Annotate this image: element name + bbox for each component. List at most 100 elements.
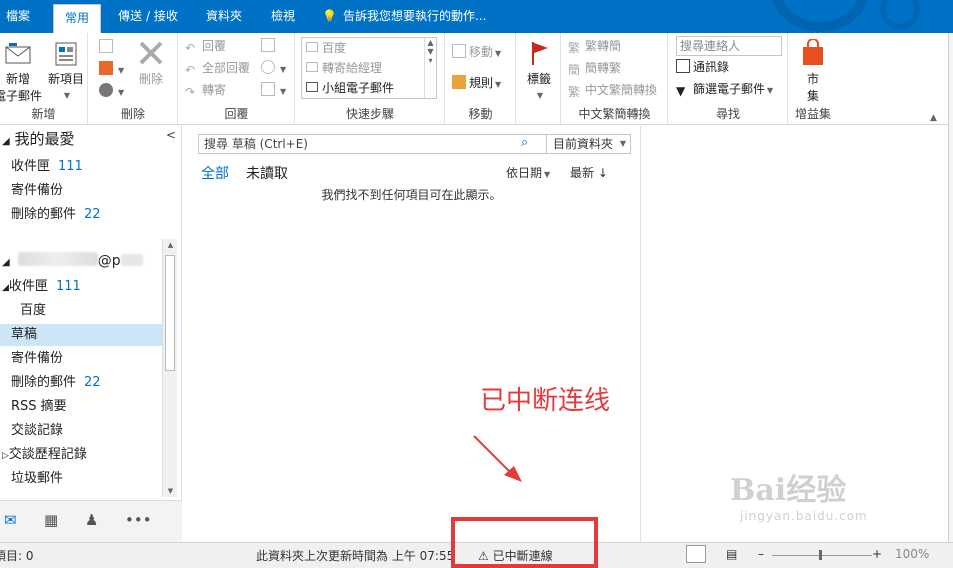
quick-step-item[interactable]: 百度 [302,38,436,58]
folder-rss[interactable]: RSS 摘要 [11,396,67,418]
group-addins: 市 集 增益集 [789,33,837,125]
sort-order[interactable]: 最新 ↓ [570,164,608,181]
redacted-email [17,252,98,266]
tab-view[interactable]: 檢視 [262,0,304,33]
rules-icon [452,75,466,89]
zoom-slider-thumb[interactable] [819,550,822,560]
cleanup-button[interactable]: ▼ [99,59,124,79]
search-scope-select[interactable]: 目前資料夾 ▼ [547,134,631,154]
people-icon[interactable]: ♟ [85,511,98,529]
folder-sent[interactable]: 寄件備份 [11,348,63,370]
sort-by-date[interactable]: 依日期 ▼ [506,164,550,181]
zoom-out-icon[interactable]: – [758,547,764,561]
search-input[interactable]: 搜尋 草稿 (Ctrl+E) [198,134,547,154]
watermark-url: jingyan.baidu.com [740,509,868,523]
im-button[interactable]: ▼ [261,58,286,78]
scroll-up-icon[interactable]: ▲ [163,241,178,249]
quick-step-item[interactable]: 小組電子郵件 [302,78,436,98]
search-icon[interactable]: ⌕ [521,135,528,150]
rules-button[interactable]: 規則 ▼ [452,73,501,93]
store-label: 市 集 [806,72,819,103]
delete-label: 刪除 [138,72,163,86]
move-button[interactable]: 移動 ▼ [452,42,501,62]
zoom-in-icon[interactable]: + [872,547,882,561]
chevron-down-icon: ▼ [63,91,71,100]
folder-conversation-history[interactable]: ▷交談歷程記錄 [2,444,87,466]
tab-file[interactable]: 檔案 [0,0,36,33]
quick-step-icon [306,62,318,72]
folder-drafts[interactable]: 草稿 [0,324,162,346]
tab-folder[interactable]: 資料夾 [198,0,250,33]
more-respond-button[interactable]: ▼ [261,80,286,100]
filter-all[interactable]: 全部 [201,163,229,183]
chinese-convert-button[interactable]: 繁中文繁簡轉換 [568,80,657,100]
unread-count: 22 [84,207,101,222]
group-new-label: 新增 [31,107,56,121]
zoom-level[interactable]: 100% [895,547,929,561]
forward-button[interactable]: ↷ 轉寄 [185,80,226,100]
scope-label: 目前資料夾 [553,137,614,151]
scroll-down-icon[interactable]: ▼ [163,487,178,495]
zoom-slider[interactable] [772,555,872,556]
new-items-button[interactable]: 新項目 ▼ [46,41,86,101]
quick-step-icon [306,42,318,52]
expand-triangle-icon: ◢ [2,257,10,268]
reply-button[interactable]: ↶ 回覆 [185,36,226,56]
tell-me-box[interactable]: 💡 告訴我您想要執行的動作... [322,0,486,33]
item-count: 項目: 0 [0,549,34,563]
address-book-icon [676,59,690,73]
account-label: @p [97,253,121,269]
favorites-header[interactable]: ◢ 我的最愛 [2,128,75,149]
annotation-text: 已中断连线 [480,386,611,416]
junk-button[interactable]: ▼ [99,81,124,101]
reply-all-label: 全部回覆 [202,61,251,75]
folder-junk[interactable]: 垃圾郵件 [11,468,63,490]
filter-email-button[interactable]: ▼ 篩選電子郵件 ▼ [676,79,773,99]
folder-label: 交談歷程記錄 [8,447,87,462]
collapse-ribbon-icon[interactable]: ▲ [930,113,937,123]
delete-button[interactable]: 刪除 [133,39,169,87]
favorite-inbox[interactable]: 收件匣 111 [11,156,83,178]
search-people-input[interactable]: 搜尋連絡人 [676,36,782,56]
folder-label: 寄件備份 [11,351,64,366]
tags-button[interactable]: 標籤 ▼ [521,39,557,101]
filter-email-label: 篩選電子郵件 [693,82,766,96]
mail-icon[interactable]: ✉ [4,511,17,529]
group-respond: ↶ 回覆 ↶ 全部回覆 ↷ 轉寄 ▼ ▼ 回覆 [179,33,295,125]
collapse-pane-icon[interactable]: < [166,128,176,142]
simp-to-trad-button[interactable]: 簡簡轉繁 [568,58,621,78]
new-email-button[interactable]: 新增 電子郵件 [0,41,42,104]
folder-pane-scrollbar[interactable]: ▲ ▼ [162,239,177,497]
ignore-icon [99,39,113,53]
store-button[interactable]: 市 集 [795,39,831,104]
tab-home[interactable]: 常用 [53,4,101,33]
folder-inbox[interactable]: ◢收件匣 111 [2,276,81,298]
reply-all-button[interactable]: ↶ 全部回覆 [185,58,250,78]
favorite-sent[interactable]: 寄件備份 [11,180,63,202]
group-chinese-conversion: 繁繁轉簡 簡簡轉繁 繁中文繁簡轉換 中文繁簡轉換 [562,33,668,125]
folder-deleted[interactable]: 刪除的郵件 22 [11,372,101,394]
annotation-arrow-icon [473,435,522,482]
quick-step-item[interactable]: 轉寄給經理 [302,58,436,78]
scroll-thumb[interactable] [165,255,175,371]
calendar-icon[interactable]: ▦ [44,511,58,529]
reading-view-icon[interactable]: ▤ [726,547,737,561]
favorite-deleted[interactable]: 刪除的郵件 22 [11,204,101,226]
folder-baidu[interactable]: 百度 [20,300,46,322]
expand-triangle-icon: ◢ [2,136,10,147]
folder-conversations[interactable]: 交談記錄 [11,420,63,442]
filter-unread[interactable]: 未讀取 [246,163,288,183]
tab-send-receive[interactable]: 傳送 / 接收 [112,0,184,33]
normal-view-icon[interactable] [686,545,706,563]
meeting-button[interactable] [261,36,278,56]
quick-step-label: 百度 [322,41,347,55]
quick-steps-scroll[interactable]: ▲ ▼ ▾ [424,38,436,98]
address-book-button[interactable]: 通訊錄 [676,57,729,77]
reply-label: 回覆 [202,39,227,53]
account-header[interactable]: ◢ @p [2,252,143,269]
more-icon[interactable]: ••• [125,511,152,529]
meeting-icon [261,38,275,52]
trad-to-simp-button[interactable]: 繁繁轉簡 [568,36,621,56]
new-email-label: 新增 電子郵件 [0,72,43,103]
ignore-button[interactable] [99,37,116,57]
